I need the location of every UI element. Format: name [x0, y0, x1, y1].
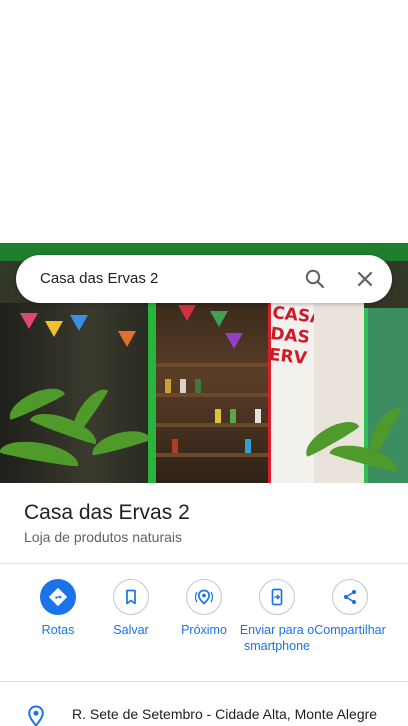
- action-buttons: Rotas Salvar Próximo Enviar para o smart…: [0, 579, 408, 679]
- place-title: Casa das Ervas 2: [24, 501, 190, 524]
- search-icon[interactable]: [303, 267, 327, 291]
- photo-product: [165, 379, 171, 393]
- save-label: Salvar: [113, 623, 149, 637]
- address-text: R. Sete de Setembro - Cidade Alta, Monte…: [72, 706, 378, 722]
- photo-product: [172, 439, 178, 453]
- place-info-panel: Casa das Ervas 2 Loja de produtos natura…: [0, 483, 408, 726]
- search-input[interactable]: Casa das Ervas 2: [40, 270, 158, 287]
- photo-flag: [210, 311, 228, 327]
- photo-flag: [70, 315, 88, 331]
- photo-product: [245, 439, 251, 453]
- address-row[interactable]: R. Sete de Setembro - Cidade Alta, Monte…: [0, 682, 408, 726]
- photo-shelf: [155, 453, 270, 457]
- close-icon[interactable]: [353, 267, 377, 291]
- photo-product: [195, 379, 201, 393]
- divider: [0, 563, 408, 564]
- directions-label: Rotas: [41, 623, 75, 637]
- photo-product: [230, 409, 236, 423]
- send-to-phone-button[interactable]: Enviar para o smartphone: [239, 579, 315, 654]
- photo-pillar: [148, 303, 156, 483]
- send-to-phone-label: Enviar para o smartphone: [239, 623, 315, 653]
- photo-flag: [20, 313, 38, 329]
- photo-flag: [178, 305, 196, 321]
- nearby-button[interactable]: Próximo: [166, 579, 242, 638]
- location-pin-icon: [26, 705, 46, 726]
- save-button[interactable]: Salvar: [93, 579, 169, 638]
- photo-flag: [45, 321, 63, 337]
- place-category: Loja de produtos naturais: [24, 529, 182, 545]
- photo-product: [255, 409, 261, 423]
- map-blank-area: [0, 0, 408, 243]
- photo-flag: [118, 331, 136, 347]
- share-label: Compartilhar: [314, 623, 386, 637]
- share-icon[interactable]: [332, 579, 368, 615]
- photo-shelf: [155, 423, 270, 427]
- send-to-phone-icon[interactable]: [259, 579, 295, 615]
- bookmark-icon[interactable]: [113, 579, 149, 615]
- photo-shelf: [155, 393, 270, 397]
- directions-button[interactable]: Rotas: [20, 579, 96, 638]
- photo-flag: [225, 333, 243, 349]
- nearby-icon[interactable]: [186, 579, 222, 615]
- directions-icon[interactable]: [40, 579, 76, 615]
- photo-product: [180, 379, 186, 393]
- store-sign-text: CASA DAS ERV: [267, 303, 325, 369]
- photo-shelf: [155, 363, 270, 367]
- nearby-label: Próximo: [181, 623, 227, 637]
- share-button[interactable]: Compartilhar: [312, 579, 388, 638]
- photo-product: [215, 409, 221, 423]
- search-bar[interactable]: Casa das Ervas 2: [16, 255, 392, 303]
